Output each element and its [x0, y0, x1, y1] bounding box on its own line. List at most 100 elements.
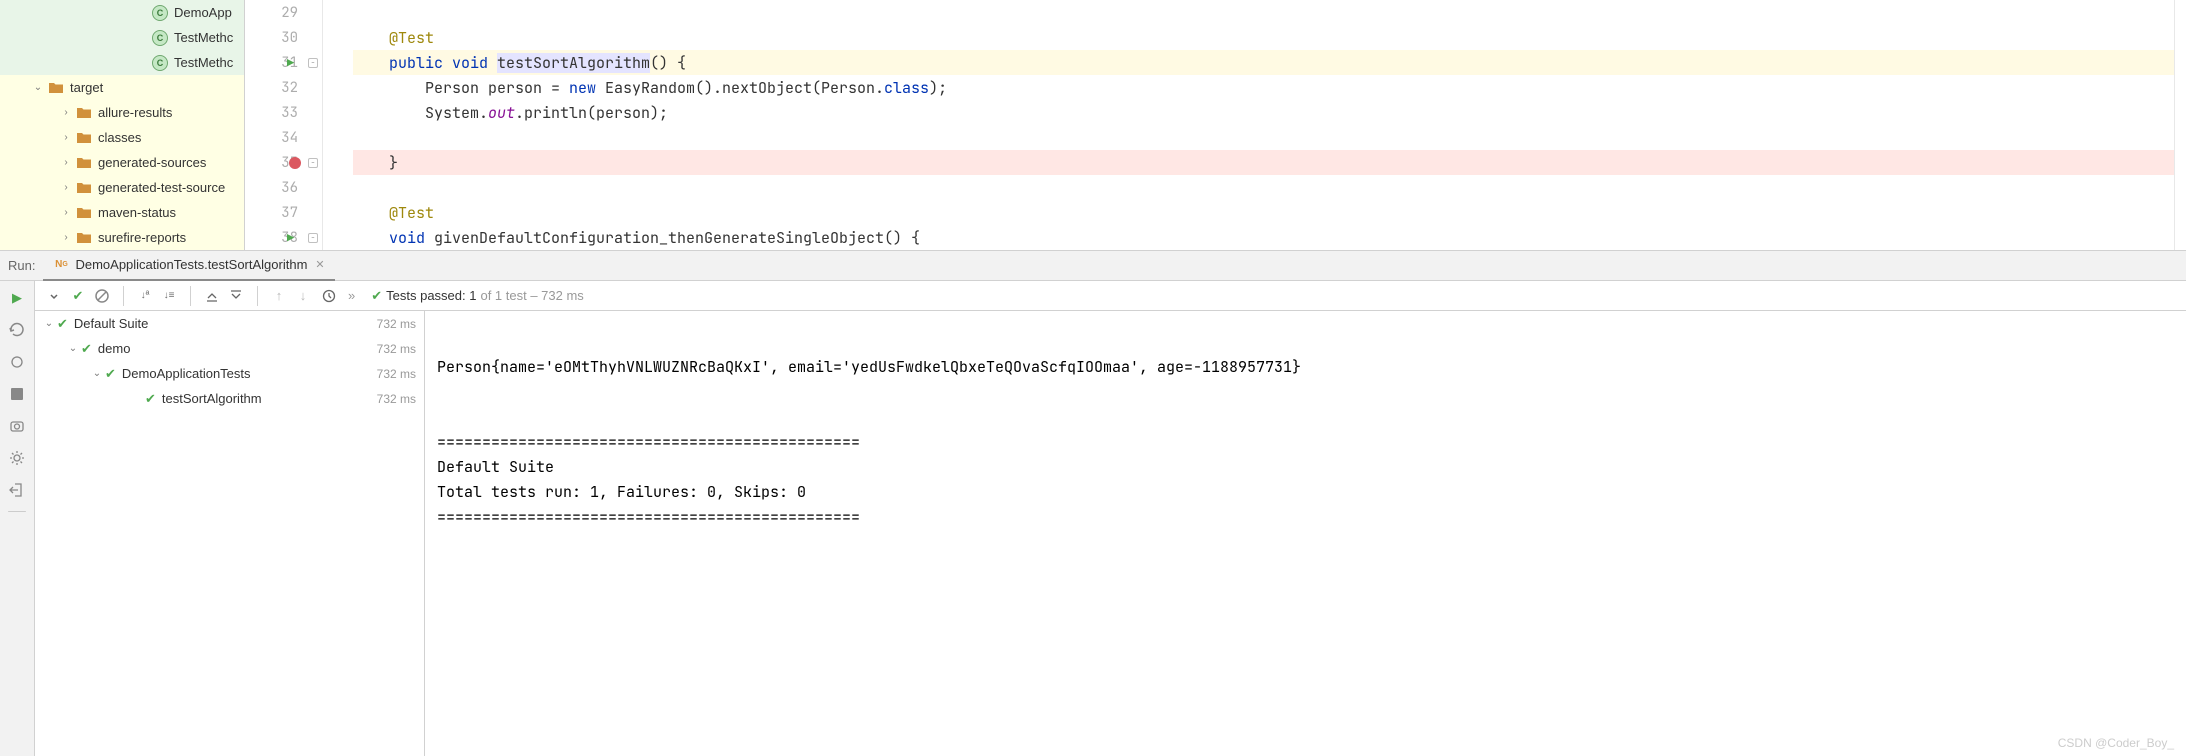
run-gutter-icon[interactable]: ▶ — [287, 55, 294, 71]
chevron-right-icon[interactable]: › — [58, 157, 74, 168]
gutter-line[interactable]: 38▶− — [245, 225, 322, 250]
tests-passed-label: Tests passed: 1 — [386, 288, 476, 303]
gutter-line[interactable]: 30 — [245, 25, 322, 50]
code-line[interactable]: } — [353, 150, 2186, 175]
gutter-line[interactable]: 31▶− — [245, 50, 322, 75]
close-icon[interactable]: ✕ — [315, 258, 324, 271]
tree-label: generated-sources — [98, 155, 206, 170]
prev-icon[interactable]: ↑ — [268, 285, 290, 307]
run-tab-label: DemoApplicationTests.testSortAlgorithm — [75, 257, 307, 272]
collapse-all-icon[interactable] — [225, 285, 247, 307]
code-area[interactable]: @Test public void testSortAlgorithm() { … — [323, 0, 2186, 250]
gutter-line[interactable]: 32 — [245, 75, 322, 100]
rerun-button[interactable]: ▶ — [6, 287, 28, 309]
fold-icon[interactable]: − — [308, 58, 318, 68]
sort-duration-icon[interactable]: ↓≡ — [158, 285, 180, 307]
editor[interactable]: 293031▶−32333435−363738▶− @Test public v… — [245, 0, 2186, 250]
history-icon[interactable] — [318, 285, 340, 307]
toggle-auto-test-button[interactable] — [6, 351, 28, 373]
code-line[interactable]: @Test — [353, 200, 2186, 225]
chevron-down-icon[interactable]: ⌄ — [41, 318, 57, 329]
sort-alpha-icon[interactable]: ↓ª — [134, 285, 156, 307]
collapse-icon[interactable] — [43, 285, 65, 307]
more-icon[interactable]: » — [348, 288, 355, 303]
code-line[interactable]: public void testSortAlgorithm() { — [353, 50, 2186, 75]
code-line[interactable] — [353, 0, 2186, 25]
test-tree-item[interactable]: ⌄✔DemoApplicationTests732 ms — [35, 361, 424, 386]
tree-label: maven-status — [98, 205, 176, 220]
test-tree[interactable]: ⌄✔Default Suite732 ms⌄✔demo732 ms⌄✔DemoA… — [35, 311, 425, 756]
run-label: Run: — [8, 258, 35, 273]
code-line[interactable]: @Test — [353, 25, 2186, 50]
test-label: demo — [98, 341, 131, 356]
test-status: ✔ Tests passed: 1 of 1 test – 732 ms — [371, 288, 584, 304]
tree-folder-target[interactable]: ⌄target — [0, 75, 244, 100]
folder-icon — [76, 180, 92, 196]
gutter-line[interactable]: 34 — [245, 125, 322, 150]
class-icon: C — [152, 5, 168, 21]
code-line[interactable] — [353, 175, 2186, 200]
chevron-right-icon[interactable]: › — [58, 132, 74, 143]
tree-item[interactable]: C TestMethc — [0, 25, 244, 50]
class-icon: C — [152, 30, 168, 46]
run-tab[interactable]: NG DemoApplicationTests.testSortAlgorith… — [43, 251, 334, 281]
gutter-line[interactable]: 36 — [245, 175, 322, 200]
chevron-down-icon[interactable]: ⌄ — [30, 82, 46, 93]
tree-folder[interactable]: ›classes — [0, 125, 244, 150]
tree-folder[interactable]: › maven-status — [0, 200, 244, 225]
code-line[interactable] — [353, 125, 2186, 150]
chevron-right-icon[interactable]: › — [58, 107, 74, 118]
gutter-line[interactable]: 35− — [245, 150, 322, 175]
rerun-failed-button[interactable] — [6, 319, 28, 341]
console-output[interactable]: Person{name='eOMtThyhVNLWUZNRcBaQKxI', e… — [425, 311, 2186, 756]
tree-label: TestMethc — [174, 30, 233, 45]
tree-folder[interactable]: › generated-sources — [0, 150, 244, 175]
exit-button[interactable] — [6, 479, 28, 501]
stop-button[interactable] — [6, 383, 28, 405]
check-icon: ✔ — [105, 366, 116, 382]
tree-label: TestMethc — [174, 55, 233, 70]
gutter-line[interactable]: 29 — [245, 0, 322, 25]
test-label: DemoApplicationTests — [122, 366, 251, 381]
class-icon: C — [152, 55, 168, 71]
tree-folder[interactable]: ›surefire-reports — [0, 225, 244, 250]
chevron-right-icon[interactable]: › — [58, 207, 74, 218]
test-duration: 732 ms — [377, 317, 416, 331]
breakpoint-icon[interactable] — [289, 157, 301, 169]
watermark: CSDN @Coder_Boy_ — [2058, 736, 2174, 750]
check-icon: ✔ — [57, 316, 68, 332]
chevron-right-icon[interactable]: › — [58, 182, 74, 193]
chevron-down-icon[interactable]: ⌄ — [65, 343, 81, 354]
chevron-right-icon[interactable]: › — [58, 232, 74, 243]
fold-icon[interactable]: − — [308, 233, 318, 243]
tree-folder[interactable]: ›generated-test-source — [0, 175, 244, 200]
editor-right-margin — [2174, 0, 2186, 250]
tree-label: DemoApp — [174, 5, 232, 20]
gutter-line[interactable]: 33 — [245, 100, 322, 125]
folder-icon — [76, 205, 92, 221]
tree-folder[interactable]: › allure-results — [0, 100, 244, 125]
tree-item[interactable]: C TestMethc — [0, 50, 244, 75]
dump-threads-button[interactable] — [6, 415, 28, 437]
fold-icon[interactable]: − — [308, 158, 318, 168]
tests-total-label: of 1 test – 732 ms — [480, 288, 583, 303]
tree-label: allure-results — [98, 105, 172, 120]
project-tree[interactable]: C DemoApp C TestMethc C TestMethc ⌄target › allu… — [0, 0, 244, 250]
show-ignored-icon[interactable] — [91, 285, 113, 307]
next-icon[interactable]: ↓ — [292, 285, 314, 307]
test-tree-item[interactable]: ⌄✔Default Suite732 ms — [35, 311, 424, 336]
tree-item[interactable]: C DemoApp — [0, 0, 244, 25]
code-line[interactable]: System.out.println(person); — [353, 100, 2186, 125]
check-icon: ✔ — [371, 288, 382, 304]
show-passed-icon[interactable]: ✔ — [67, 285, 89, 307]
test-tree-item[interactable]: ⌄✔demo732 ms — [35, 336, 424, 361]
test-tree-item[interactable]: ✔testSortAlgorithm732 ms — [35, 386, 424, 411]
expand-all-icon[interactable] — [201, 285, 223, 307]
chevron-down-icon[interactable]: ⌄ — [89, 368, 105, 379]
gutter-line[interactable]: 37 — [245, 200, 322, 225]
code-line[interactable]: Person person = new EasyRandom().nextObj… — [353, 75, 2186, 100]
code-line[interactable]: void givenDefaultConfiguration_thenGener… — [353, 225, 2186, 250]
settings-button[interactable] — [6, 447, 28, 469]
separator — [8, 511, 26, 512]
run-gutter-icon[interactable]: ▶ — [287, 230, 294, 246]
